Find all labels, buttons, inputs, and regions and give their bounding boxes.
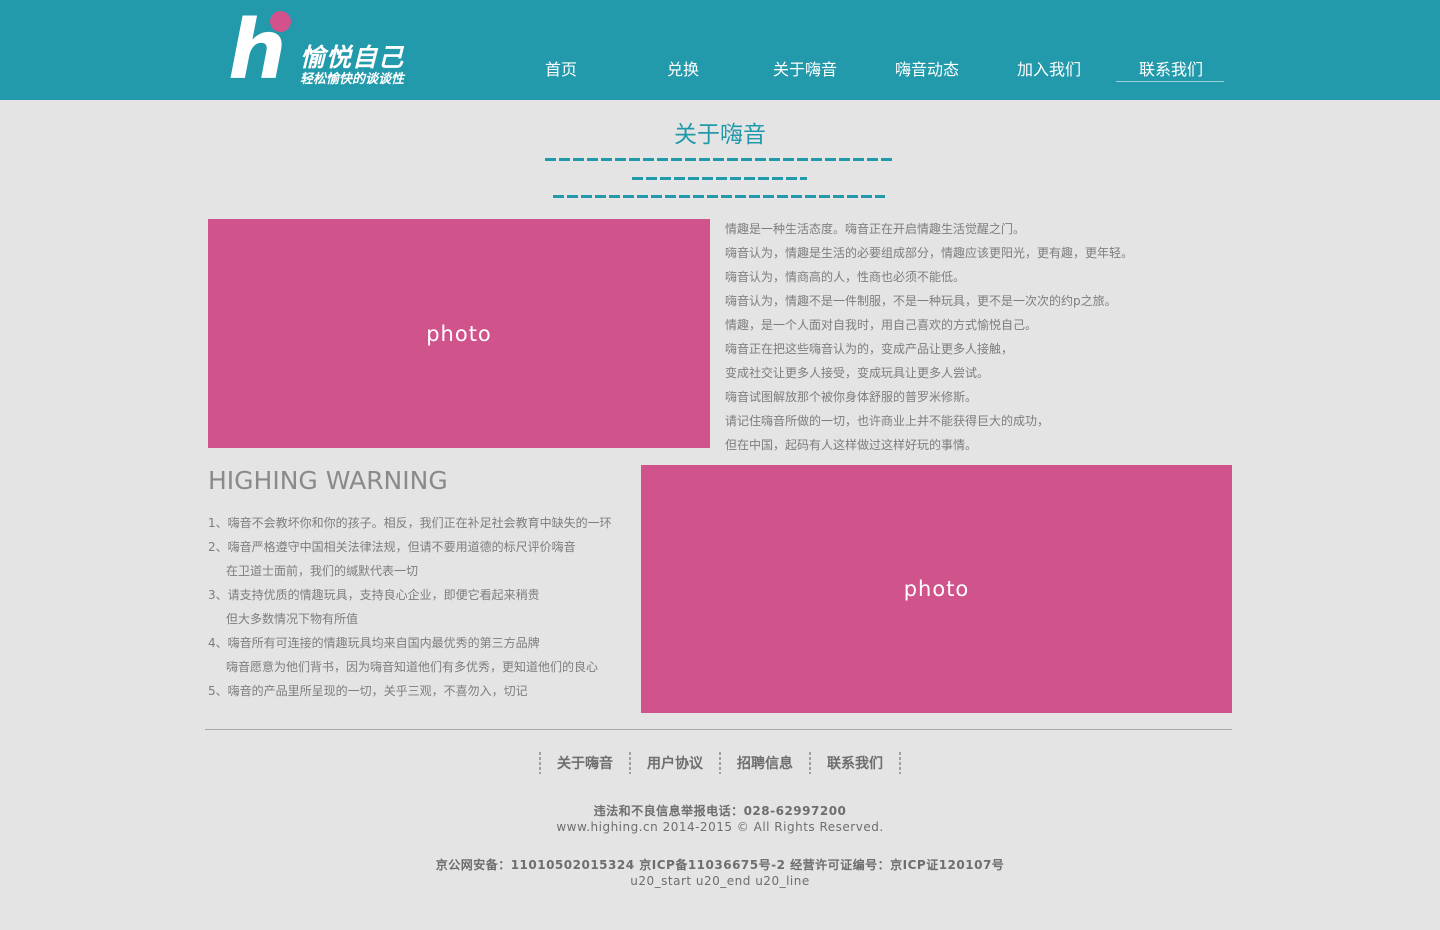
footer-divider	[205, 729, 1232, 730]
footer-link-terms[interactable]: 用户协议	[631, 753, 719, 773]
nav-item-join[interactable]: 加入我们	[988, 56, 1110, 80]
footer-link-contact[interactable]: 联系我们	[811, 753, 899, 773]
about-line: 请记住嗨音所做的一切，也许商业上并不能获得巨大的成功，	[725, 414, 1050, 428]
nav-item-home[interactable]: 首页	[500, 56, 622, 80]
warning-item-continued: 嗨音愿意为他们背书，因为嗨音知道他们有多优秀，更知道他们的良心	[226, 660, 599, 674]
about-line: 情趣是一种生活态度。嗨音正在开启情趣生活觉醒之门。	[725, 222, 1026, 236]
warning-item: 3、请支持优质的情趣玩具，支持良心企业，即便它看起来稍贵	[208, 588, 540, 602]
brand-logo[interactable]: h 愉悦自己 轻松愉快的谈谈性	[228, 10, 428, 92]
about-line: 变成社交让更多人接受，变成玩具让更多人尝试。	[725, 366, 990, 380]
copyright-text: www.highing.cn 2014-2015 © All Rights Re…	[556, 820, 884, 834]
title-decoration-line	[553, 195, 885, 198]
about-line: 嗨音试图解放那个被你身体舒服的普罗米修斯。	[725, 390, 978, 404]
about-line: 但在中国，起码有人这样做过这样好玩的事情。	[725, 438, 978, 452]
nav-item-redeem[interactable]: 兑换	[622, 56, 744, 80]
warning-item: 2、嗨音严格遵守中国相关法律法规，但请不要用道德的标尺评价嗨音	[208, 540, 576, 554]
page-title: 关于嗨音	[674, 122, 766, 148]
about-text: 情趣是一种生活态度。嗨音正在开启情趣生活觉醒之门。 嗨音认为，情趣是生活的必要组…	[725, 217, 1245, 457]
about-line: 嗨音认为，情趣不是一件制服，不是一种玩具，更不是一次次的约p之旅。	[725, 294, 1117, 308]
warning-photo: photo	[641, 465, 1232, 713]
about-line: 情趣，是一个人面对自我时，用自己喜欢的方式愉悦自己。	[725, 318, 1038, 332]
footer-link-about[interactable]: 关于嗨音	[541, 753, 629, 773]
about-photo: photo	[208, 219, 710, 448]
about-line: 嗨音认为，情趣是生活的必要组成部分，情趣应该更阳光，更有趣，更年轻。	[725, 246, 1134, 260]
warning-item: 1、嗨音不会教坏你和你的孩子。相反，我们正在补足社会教育中缺失的一环	[208, 516, 612, 530]
warning-item: 5、嗨音的产品里所呈现的一切，关乎三观，不喜勿入，切记	[208, 684, 528, 698]
title-decoration-line	[545, 158, 893, 161]
title-decoration-line	[632, 177, 807, 180]
warning-item: 4、嗨音所有可连接的情趣玩具均来自国内最优秀的第三方品牌	[208, 636, 540, 650]
photo-label: photo	[426, 321, 492, 346]
report-hotline: 违法和不良信息举报电话：028-62997200	[593, 804, 847, 818]
footer-links: 关于嗨音 用户协议 招聘信息 联系我们	[0, 752, 1440, 774]
warning-item-continued: 但大多数情况下物有所值	[226, 612, 359, 626]
photo-label: photo	[903, 577, 970, 601]
debug-text: u20_start u20_end u20_line	[630, 874, 810, 888]
warning-item-continued: 在卫道士面前，我们的缄默代表一切	[226, 564, 419, 578]
header-bar: h 愉悦自己 轻松愉快的谈谈性 首页 兑换 关于嗨音 嗨音动态 加入我们 联系我…	[0, 0, 1440, 100]
nav-item-contact[interactable]: 联系我们	[1110, 56, 1232, 82]
logo-dot-icon	[270, 11, 291, 32]
nav-item-about[interactable]: 关于嗨音	[744, 56, 866, 80]
brand-slogan: 轻松愉快的谈谈性	[300, 72, 405, 87]
warning-list: 1、嗨音不会教坏你和你的孩子。相反，我们正在补足社会教育中缺失的一环 2、嗨音严…	[208, 511, 628, 703]
footer-link-jobs[interactable]: 招聘信息	[721, 753, 809, 773]
about-line: 嗨音正在把这些嗨音认为的，变成产品让更多人接触，	[725, 342, 1014, 356]
about-line: 嗨音认为，情商高的人，性商也必须不能低。	[725, 270, 966, 284]
link-separator	[899, 752, 901, 774]
nav-item-news[interactable]: 嗨音动态	[866, 56, 988, 80]
warning-title: HIGHING WARNING	[208, 466, 448, 495]
license-text: 京公网安备：11010502015324 京ICP备11036675号-2 经营…	[435, 858, 1005, 872]
